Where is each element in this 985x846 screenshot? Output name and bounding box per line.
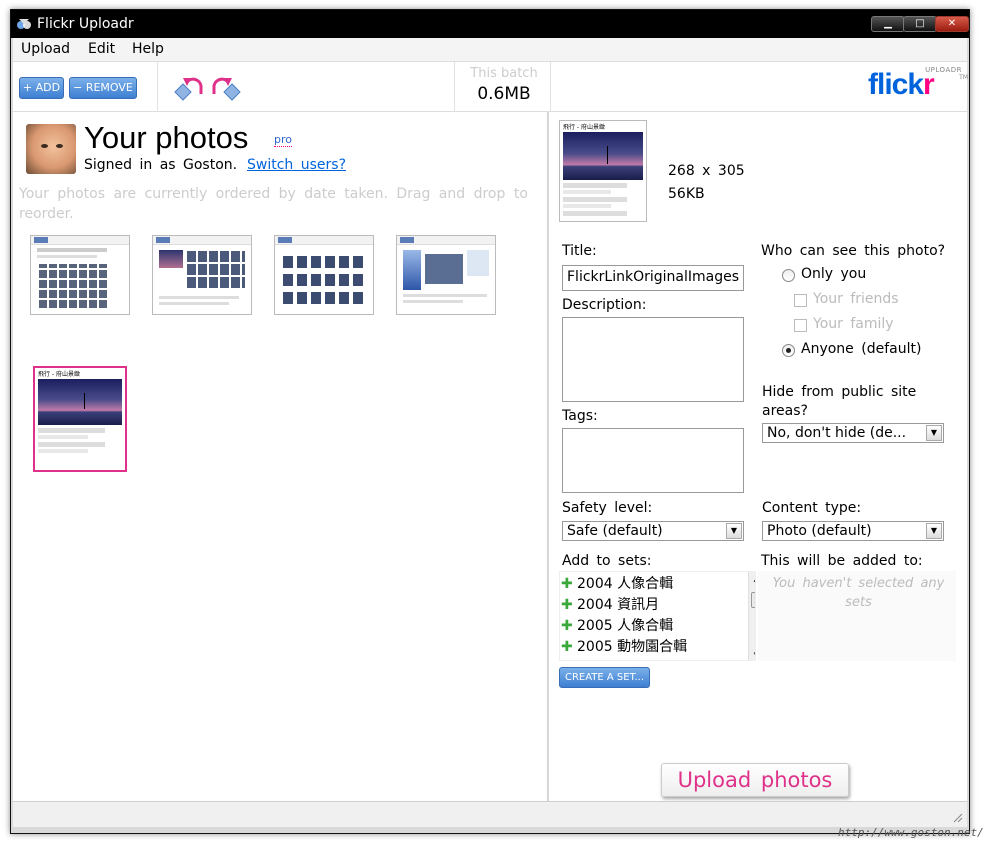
menu-help[interactable]: Help [132, 41, 164, 57]
minimize-button[interactable]: ▁ [871, 16, 905, 32]
privacy-anyone-radio[interactable] [782, 344, 795, 357]
status-bar [13, 801, 967, 827]
privacy-friends-label: Your friends [813, 291, 899, 307]
menu-upload[interactable]: Upload [21, 41, 70, 57]
hide-select[interactable]: No, don't hide (de... ▼ [762, 423, 944, 443]
avatar [26, 124, 76, 174]
add-icon: ✚ [561, 576, 573, 592]
photo-thumbnail[interactable] [30, 235, 130, 315]
toolbar-divider [454, 62, 455, 112]
watermark-text: http://www.goston.net/ [838, 826, 984, 839]
app-icon [17, 19, 31, 29]
chevron-down-icon: ▼ [926, 425, 942, 441]
title-bar[interactable]: Flickr Uploadr ▁ □ ✕ [11, 10, 969, 38]
switch-users-link[interactable]: Switch users? [247, 157, 346, 173]
logo-wordmark: flickr [868, 68, 935, 101]
rotate-left-icon[interactable] [173, 74, 207, 102]
create-set-button[interactable]: CREATE A SET... [559, 667, 650, 688]
chevron-down-icon: ▼ [926, 523, 942, 539]
photo-thumbnail[interactable] [274, 235, 374, 315]
content-type-label: Content type: [762, 500, 862, 516]
title-input[interactable]: FlickrLinkOriginalImages [562, 265, 744, 291]
photo-dimensions: 268 x 305 [668, 163, 745, 179]
privacy-only-you-radio[interactable] [782, 269, 795, 282]
remove-button[interactable]: − REMOVE [69, 77, 137, 99]
toolbar-divider [550, 62, 551, 112]
photo-preview-large: 飛行 - 府山景緻 [559, 120, 647, 222]
maximize-button[interactable]: □ [903, 16, 937, 32]
flickr-logo: UPLOADR flickr TM [868, 66, 968, 102]
upload-photos-button[interactable]: Upload photos [661, 763, 849, 797]
scroll-thumb[interactable] [751, 592, 755, 608]
add-icon: ✚ [561, 618, 573, 634]
photo-filesize: 56KB [668, 186, 705, 202]
sets-label: Add to sets: [562, 553, 652, 569]
list-item[interactable]: ✚ 2004 資訊月 [561, 594, 659, 614]
add-icon: ✚ [561, 597, 573, 613]
added-sets-empty-text: You haven't selected any sets [772, 576, 945, 610]
privacy-anyone-label: Anyone (default) [801, 341, 922, 357]
photos-panel: Your photos pro Signed in as Goston. Swi… [13, 112, 548, 801]
tags-label: Tags: [562, 408, 598, 424]
photo-thumbnail[interactable] [396, 235, 496, 315]
batch-label: This batch [470, 66, 538, 81]
toolbar-divider [157, 62, 158, 112]
menu-edit[interactable]: Edit [88, 41, 115, 57]
order-info-text: Your photos are currently ordered by dat… [19, 186, 528, 222]
photo-preview: 飛行 - 府山景緻 [38, 371, 122, 453]
batch-size: 0.6MB [477, 84, 531, 104]
toolbar: + ADD − REMOVE This batch 0.6MB UPLOADR … [13, 62, 968, 112]
app-window: Flickr Uploadr ▁ □ ✕ Upload Edit Help + … [10, 9, 970, 834]
sets-list[interactable]: ✚ 2004 人像合輯 ✚ 2004 資訊月 ✚ 2005 人像合輯 ✚ 2005 動物… [559, 571, 756, 661]
list-item[interactable]: ✚ 2004 人像合輯 [561, 573, 673, 593]
hide-label: Hide from public site areas? [762, 384, 917, 419]
scroll-up-icon[interactable]: ▲ [749, 572, 755, 586]
privacy-only-you-label: Only you [801, 266, 867, 282]
tags-input[interactable] [562, 428, 744, 493]
list-item[interactable]: ✚ 2005 動物園合輯 [561, 636, 687, 656]
add-button[interactable]: + ADD [19, 77, 64, 99]
resize-grip-icon[interactable] [951, 811, 963, 823]
logo-trademark: TM [959, 74, 968, 81]
pro-badge: pro [274, 133, 292, 147]
content-type-select[interactable]: Photo (default) ▼ [762, 521, 944, 541]
selected-photo-thumbnail[interactable]: 飛行 - 府山景緻 [33, 366, 127, 472]
scroll-down-icon[interactable]: ▼ [749, 648, 755, 660]
privacy-family-label: Your family [813, 316, 894, 332]
added-to-label: This will be added to: [761, 553, 923, 569]
description-label: Description: [562, 297, 647, 313]
page-title: Your photos [84, 120, 249, 155]
privacy-label: Who can see this photo? [761, 243, 946, 259]
menu-bar: Upload Edit Help [13, 38, 967, 62]
close-button[interactable]: ✕ [935, 16, 969, 32]
title-label: Title: [562, 243, 597, 259]
window-title: Flickr Uploadr [37, 16, 134, 32]
sets-scrollbar[interactable]: ▲ ▼ [748, 572, 755, 660]
details-panel: 飛行 - 府山景緻 268 x 305 56KB Title: FlickrLi… [549, 112, 967, 801]
privacy-family-checkbox[interactable] [794, 319, 807, 332]
description-input[interactable] [562, 317, 744, 402]
signed-in-text: Signed in as Goston. [84, 157, 238, 173]
safety-label: Safety level: [562, 500, 653, 516]
safety-select[interactable]: Safe (default) ▼ [562, 521, 744, 541]
list-item[interactable]: ✚ 2005 人像合輯 [561, 615, 673, 635]
add-icon: ✚ [561, 639, 573, 655]
chevron-down-icon: ▼ [726, 523, 742, 539]
privacy-friends-checkbox[interactable] [794, 294, 807, 307]
rotate-right-icon[interactable] [208, 74, 242, 102]
photo-thumbnail[interactable] [152, 235, 252, 315]
